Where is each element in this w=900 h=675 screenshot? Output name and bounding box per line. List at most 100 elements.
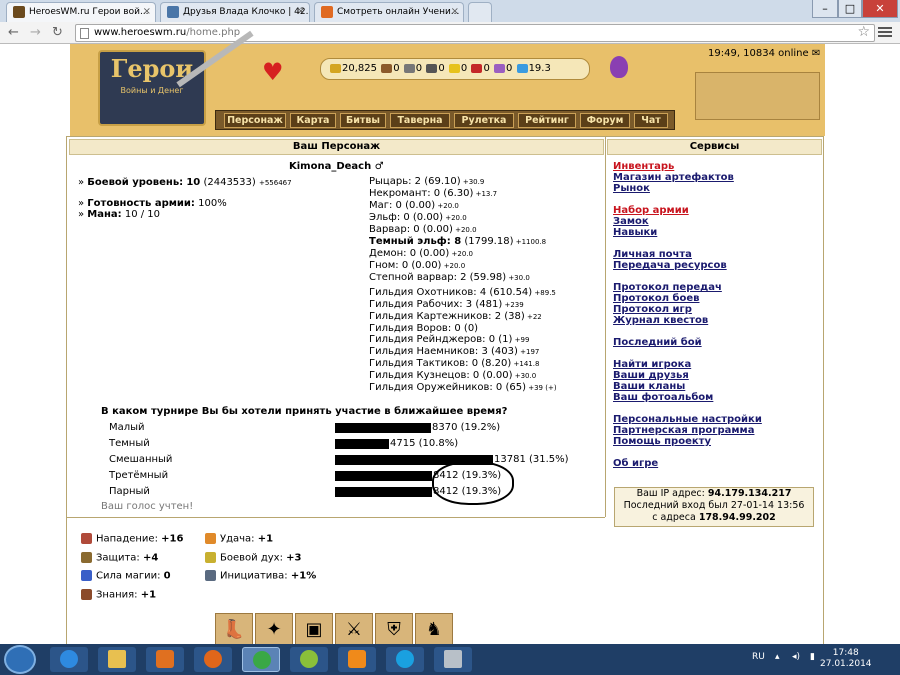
service-link[interactable]: Передача ресурсов: [613, 260, 727, 271]
browser-tab[interactable]: HeroesWM.ru Герои вой... ×: [6, 2, 156, 22]
guild-row: Гильдия Рабочих: 3 (481) +239: [369, 299, 557, 311]
forward-arrow-icon[interactable]: →: [30, 25, 41, 40]
explorer-icon[interactable]: [98, 647, 136, 672]
skill-row-delta: +20.0: [441, 262, 466, 270]
game-logo[interactable]: Герои Войны и Денег: [98, 50, 206, 126]
service-link[interactable]: Замок: [613, 216, 649, 227]
armor-slot-icon[interactable]: ▣: [295, 613, 333, 647]
heart-icon[interactable]: ♥: [262, 58, 284, 86]
attr-value: +3: [286, 552, 302, 564]
page-icon: [80, 28, 89, 39]
skill-row-delta: +1100.8: [513, 238, 547, 246]
skill-row-text: Варвар: 0 (0.00): [369, 224, 453, 235]
browser-tab[interactable]: Друзья Влада Клочко | 42... ×: [160, 2, 310, 22]
minimize-icon[interactable]: –: [812, 0, 838, 18]
back-arrow-icon[interactable]: ←: [8, 25, 19, 40]
nav-roulette[interactable]: Рулетка: [454, 113, 514, 128]
volume-icon[interactable]: ◂): [792, 652, 800, 662]
new-tab-button[interactable]: [468, 2, 492, 22]
nav-rating[interactable]: Рейтинг: [518, 113, 576, 128]
close-window-icon[interactable]: ✕: [862, 0, 898, 18]
service-link[interactable]: Инвентарь: [613, 161, 674, 172]
shield-slot-icon[interactable]: ⛨: [375, 613, 413, 647]
main-nav: Персонаж Карта Битвы Таверна Рулетка Рей…: [215, 110, 675, 130]
menu-icon[interactable]: [878, 27, 892, 39]
character-name[interactable]: Kimona_Deach ♂: [289, 161, 384, 172]
poll-option-label: Малый: [109, 422, 145, 433]
service-link[interactable]: Протокол игр: [613, 304, 692, 315]
character-name-text: Kimona_Deach: [289, 161, 372, 172]
helmet-slot-icon[interactable]: ♞: [415, 613, 453, 647]
nav-forum[interactable]: Форум: [580, 113, 630, 128]
service-link[interactable]: Протокол передач: [613, 282, 722, 293]
service-link[interactable]: Журнал квестов: [613, 315, 708, 326]
service-link[interactable]: Ваши друзья: [613, 370, 689, 381]
service-link[interactable]: Рынок: [613, 183, 650, 194]
reload-icon[interactable]: ↻: [52, 25, 63, 40]
service-link[interactable]: Магазин артефактов: [613, 172, 734, 183]
wood-icon: [381, 63, 393, 73]
online-text: 19:49, 10834 online: [708, 48, 809, 59]
nav-chat[interactable]: Чат: [634, 113, 668, 128]
service-link[interactable]: Последний бой: [613, 337, 702, 348]
service-link[interactable]: Набор армии: [613, 205, 689, 216]
service-link[interactable]: Ваши кланы: [613, 381, 685, 392]
level-label: Боевой уровень:: [87, 177, 184, 188]
guild-row-text: Гильдия Кузнецов: 0 (0.00): [369, 370, 513, 381]
service-link[interactable]: Помощь проекту: [613, 436, 711, 447]
guild-row-delta: +39 (+): [526, 384, 557, 392]
tray-arrow-icon[interactable]: ▴: [775, 652, 780, 662]
browser-tab[interactable]: Смотреть онлайн Учени... ×: [314, 2, 464, 22]
potion-icon[interactable]: [610, 56, 628, 78]
mercury-value: 0: [438, 63, 445, 74]
close-icon[interactable]: ×: [297, 3, 305, 21]
chrome-icon[interactable]: [242, 647, 280, 672]
skype-icon[interactable]: [386, 647, 424, 672]
clock[interactable]: 17:48 27.01.2014: [820, 648, 872, 670]
mail-icon[interactable]: ✉: [812, 48, 820, 59]
nav-personage[interactable]: Персонаж: [224, 113, 286, 128]
calculator-icon[interactable]: [434, 647, 472, 672]
service-link[interactable]: Найти игрока: [613, 359, 691, 370]
skill-row-text: Маг: 0 (0.00): [369, 200, 436, 211]
bookmark-star-icon[interactable]: ☆: [857, 24, 870, 40]
guild-row-text: Гильдия Оружейников: 0 (65): [369, 382, 526, 393]
logo-subtitle: Войны и Денег: [120, 86, 184, 95]
close-icon[interactable]: ×: [451, 3, 459, 21]
service-link[interactable]: Личная почта: [613, 249, 692, 260]
boots-slot-icon[interactable]: 👢: [215, 613, 253, 647]
level-stat: » Боевой уровень: 10 (2443533) +556467: [78, 177, 292, 188]
service-link[interactable]: Партнерская программа: [613, 425, 754, 436]
network-icon[interactable]: ▮: [810, 652, 815, 662]
firefox-icon[interactable]: [194, 647, 232, 672]
attr-label: Инициатива:: [220, 570, 288, 582]
service-link[interactable]: Навыки: [613, 227, 657, 238]
attr-label: Сила магии:: [96, 570, 161, 582]
skill-row: Степной варвар: 2 (59.98) +30.0: [369, 272, 546, 284]
diamond-value: 19.3: [528, 63, 551, 74]
service-link[interactable]: Протокол боев: [613, 293, 700, 304]
heroes-favicon-icon: [13, 6, 25, 18]
service-link[interactable]: Ваш фотоальбом: [613, 392, 713, 403]
odnoklassniki-icon[interactable]: [338, 647, 376, 672]
service-link[interactable]: Об игре: [613, 458, 658, 469]
start-button[interactable]: [4, 645, 36, 674]
amulet-slot-icon[interactable]: ✦: [255, 613, 293, 647]
language-indicator[interactable]: RU: [752, 652, 765, 662]
attr-value: +1%: [290, 570, 317, 582]
maximize-icon[interactable]: □: [838, 0, 862, 18]
weapon-slot-icon[interactable]: ⚔: [335, 613, 373, 647]
ie-icon[interactable]: [50, 647, 88, 672]
nav-map[interactable]: Карта: [290, 113, 336, 128]
app-icon[interactable]: [290, 647, 328, 672]
skill-row-delta: +30.0: [506, 274, 530, 282]
skill-row-delta: +20.0: [449, 250, 474, 258]
nav-battles[interactable]: Битвы: [340, 113, 386, 128]
skill-row: Темный эльф: 8 (1799.18) +1100.8: [369, 236, 546, 248]
nav-tavern[interactable]: Таверна: [390, 113, 450, 128]
close-icon[interactable]: ×: [143, 3, 151, 21]
media-player-icon[interactable]: [146, 647, 184, 672]
service-link[interactable]: Персональные настройки: [613, 414, 762, 425]
url-input[interactable]: www.heroeswm.ru/home.php: [75, 24, 875, 42]
attr-label: Нападение:: [96, 533, 158, 545]
